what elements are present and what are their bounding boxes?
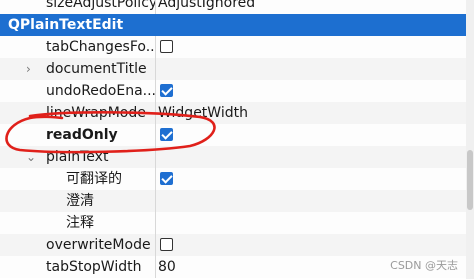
column-divider — [155, 0, 156, 14]
property-name: QPlainTextEdit — [8, 17, 124, 33]
column-divider — [155, 212, 156, 234]
property-row[interactable]: sizeAdjustPolicy AdjustIgnored — [0, 0, 474, 14]
property-row[interactable]: 注释 — [0, 212, 474, 234]
property-name: tabStopWidth — [46, 259, 142, 275]
column-divider — [155, 234, 156, 256]
checkbox-unchecked[interactable] — [160, 40, 173, 53]
checkbox-checked[interactable] — [160, 128, 173, 141]
property-name: 澄清 — [66, 193, 94, 209]
column-divider — [155, 168, 156, 190]
column-divider — [155, 58, 156, 80]
property-row[interactable]: › documentTitle — [0, 58, 474, 80]
property-name: sizeAdjustPolicy — [46, 0, 156, 11]
property-row[interactable]: ⌄ plainText — [0, 146, 474, 168]
property-value[interactable]: WidgetWidth — [158, 102, 248, 124]
property-name: readOnly — [46, 127, 118, 143]
property-row[interactable]: 澄清 — [0, 190, 474, 212]
watermark: CSDN @天志 — [390, 259, 458, 272]
property-row[interactable]: lineWrapMode WidgetWidth — [0, 102, 474, 124]
column-divider — [155, 36, 156, 58]
property-editor: sizeAdjustPolicy AdjustIgnored QPlainTextE… — [0, 0, 474, 279]
column-divider — [155, 102, 156, 124]
property-name: lineWrapMode — [46, 105, 146, 121]
column-divider — [155, 190, 156, 212]
property-name: tabChangesFo... — [46, 39, 156, 55]
property-name: overwriteMode — [46, 237, 151, 253]
scroll-thumb[interactable] — [467, 150, 473, 210]
property-row[interactable]: overwriteMode — [0, 234, 474, 256]
vertical-scrollbar[interactable] — [466, 0, 474, 279]
property-name: plainText — [46, 149, 109, 165]
column-divider — [155, 80, 156, 102]
property-row[interactable]: tabChangesFo... — [0, 36, 474, 58]
property-row[interactable]: undoRedoEna... — [0, 80, 474, 102]
property-row[interactable]: 可翻译的 — [0, 168, 474, 190]
property-name: 注释 — [66, 215, 94, 231]
chevron-right-icon[interactable]: › — [26, 58, 31, 80]
property-value[interactable]: AdjustIgnored — [158, 0, 255, 14]
column-divider — [155, 256, 156, 278]
property-value[interactable]: 80 — [158, 256, 176, 278]
property-row[interactable]: readOnly — [0, 124, 474, 146]
checkbox-checked[interactable] — [160, 84, 173, 97]
chevron-down-icon[interactable]: ⌄ — [26, 146, 36, 168]
column-divider — [155, 124, 156, 146]
column-divider — [155, 146, 156, 168]
checkbox-unchecked[interactable] — [160, 238, 173, 251]
checkbox-checked[interactable] — [160, 172, 173, 185]
property-name: documentTitle — [46, 61, 147, 77]
property-name: undoRedoEna... — [46, 83, 156, 99]
section-header[interactable]: QPlainTextEdit — [0, 14, 474, 36]
